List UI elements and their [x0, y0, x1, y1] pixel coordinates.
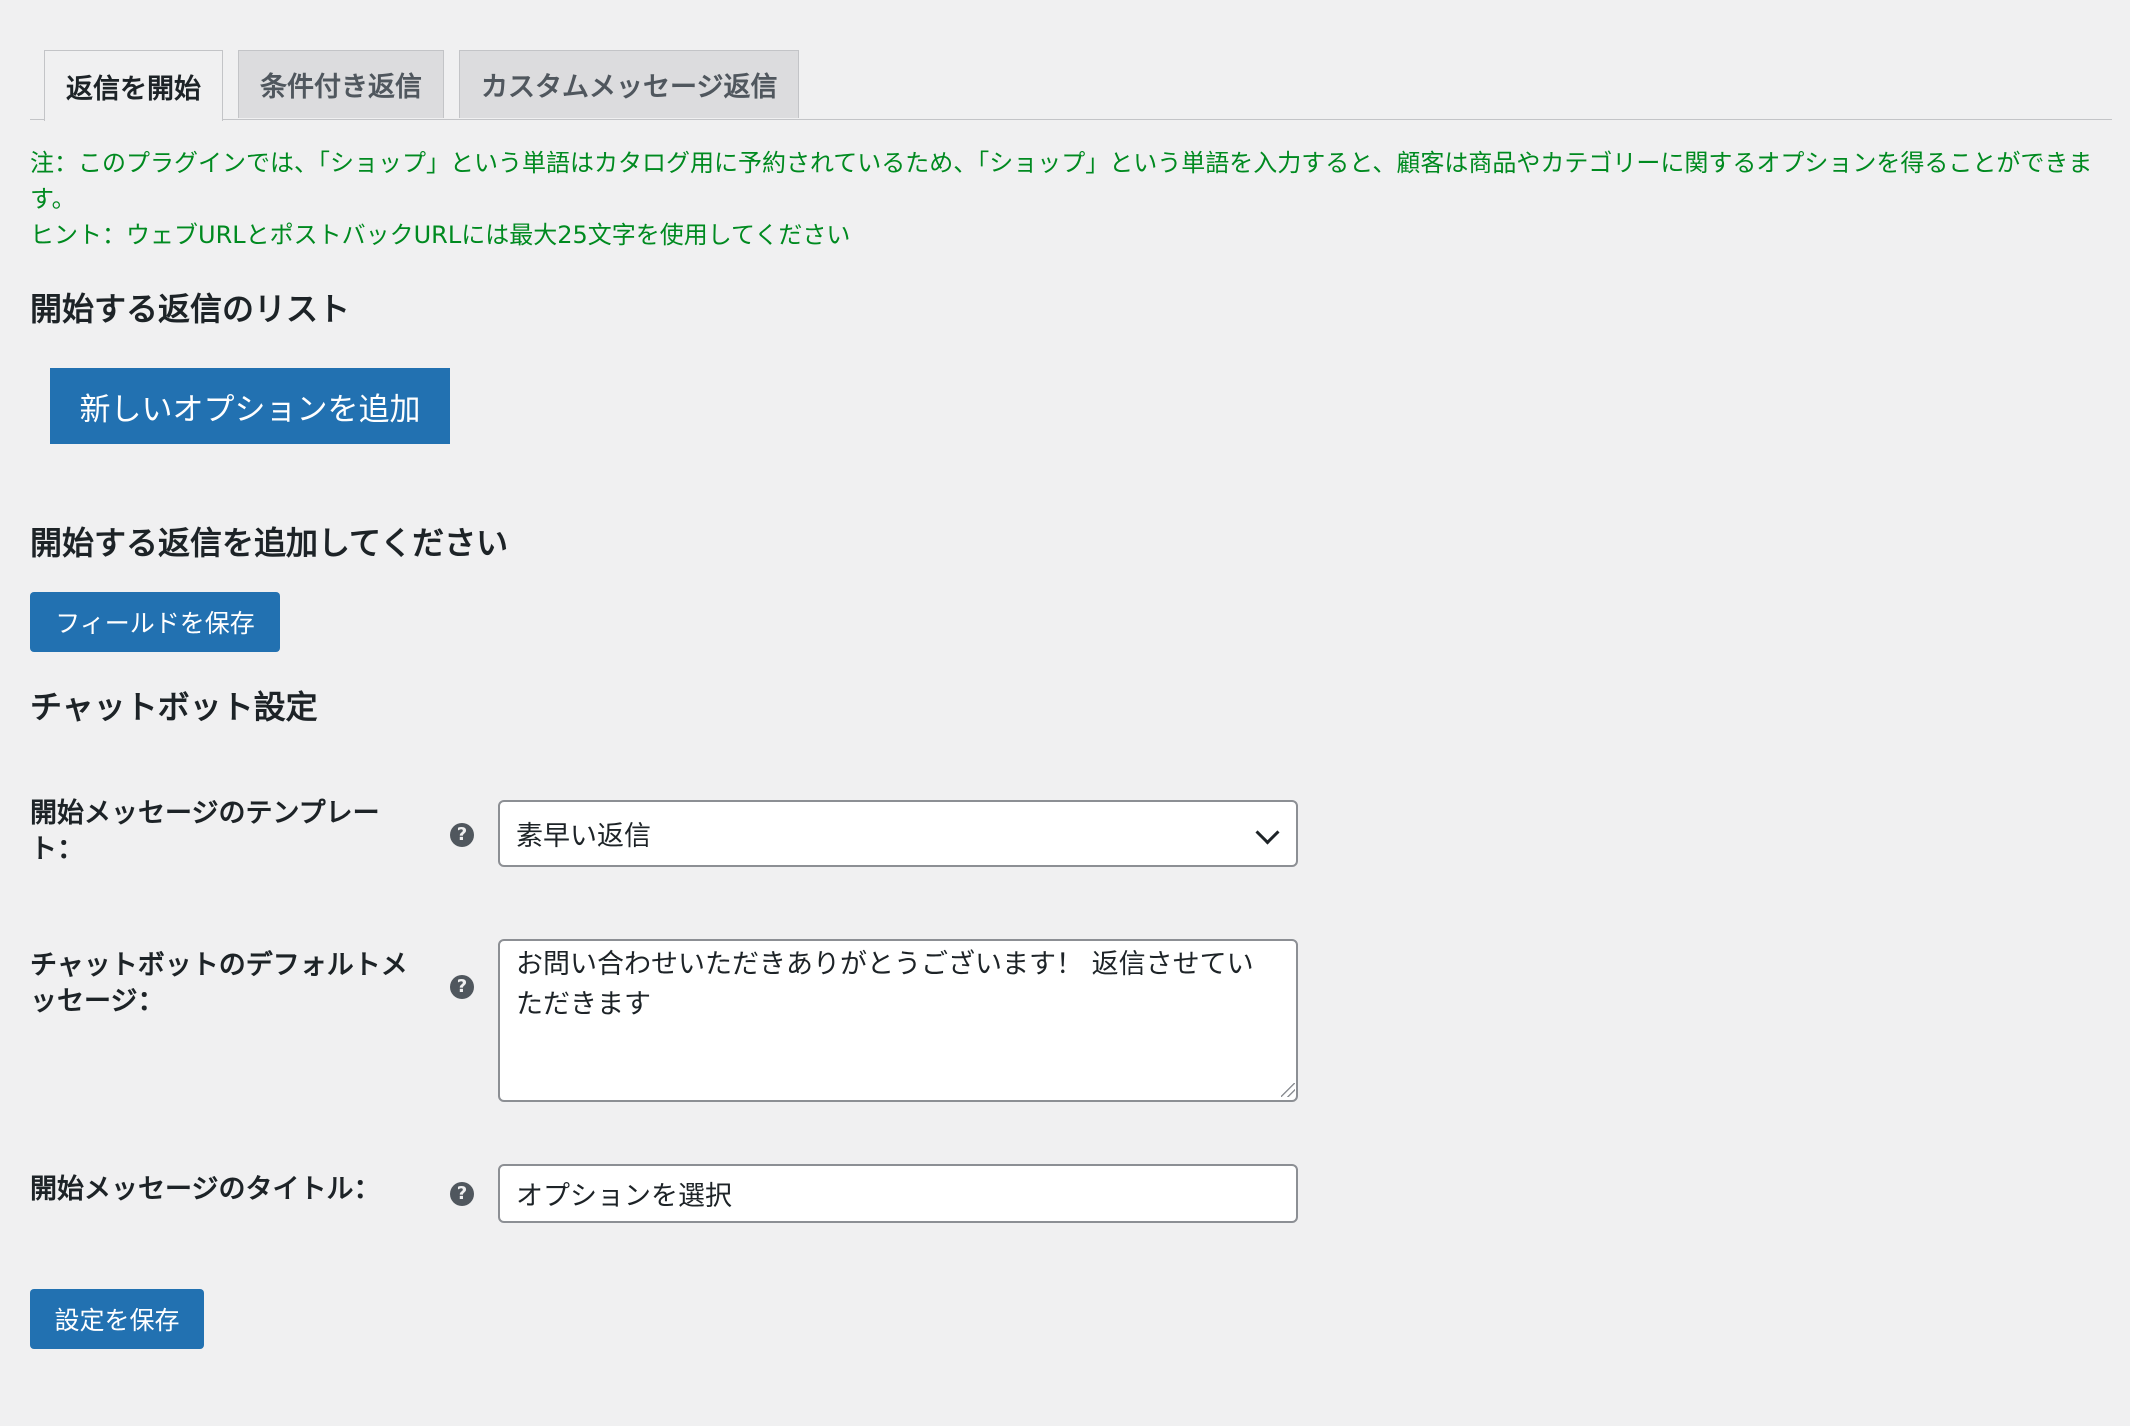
- list-heading: 開始する返信のリスト: [30, 290, 351, 328]
- default-message-textarea[interactable]: お問い合わせいただきありがとうございます！ 返信させていただきます: [498, 939, 1298, 1102]
- template-select[interactable]: 素早い返信: [498, 800, 1298, 867]
- save-settings-button[interactable]: 設定を保存: [30, 1289, 204, 1349]
- tab-start-reply[interactable]: 返信を開始: [44, 50, 223, 121]
- help-icon[interactable]: ?: [450, 1182, 474, 1206]
- hint-text: ヒント：ウェブURLとポストバックURLには最大25文字を使用してください: [30, 221, 851, 249]
- add-new-option-button[interactable]: 新しいオプションを追加: [50, 368, 450, 444]
- title-label: 開始メッセージのタイトル：: [30, 1174, 381, 1205]
- help-icon[interactable]: ?: [450, 823, 474, 847]
- template-label: 開始メッセージのテンプレート：: [30, 798, 380, 865]
- notice-text: 注：このプラグインでは、「ショップ」という単語はカタログ用に予約されているため、…: [30, 145, 2110, 253]
- tab-divider: [30, 119, 2112, 120]
- default-message-label: チャットボットのデフォルトメッセージ：: [30, 950, 408, 1017]
- note-text: 注：このプラグインでは、「ショップ」という単語はカタログ用に予約されているため、…: [30, 149, 2093, 213]
- save-fields-button[interactable]: フィールドを保存: [30, 592, 280, 652]
- chatbot-settings-heading: チャットボット設定: [30, 688, 318, 726]
- resize-handle-icon[interactable]: [1281, 1083, 1295, 1097]
- help-icon[interactable]: ?: [450, 975, 474, 999]
- template-select-value: 素早い返信: [516, 821, 651, 852]
- add-heading: 開始する返信を追加してください: [30, 524, 509, 562]
- chevron-down-icon: [1255, 820, 1280, 845]
- tab-bar: 返信を開始 条件付き返信 カスタムメッセージ返信: [44, 50, 800, 121]
- title-input[interactable]: オプションを選択: [498, 1164, 1298, 1223]
- tab-conditional-reply[interactable]: 条件付き返信: [238, 50, 444, 118]
- tab-custom-message-reply[interactable]: カスタムメッセージ返信: [459, 50, 800, 118]
